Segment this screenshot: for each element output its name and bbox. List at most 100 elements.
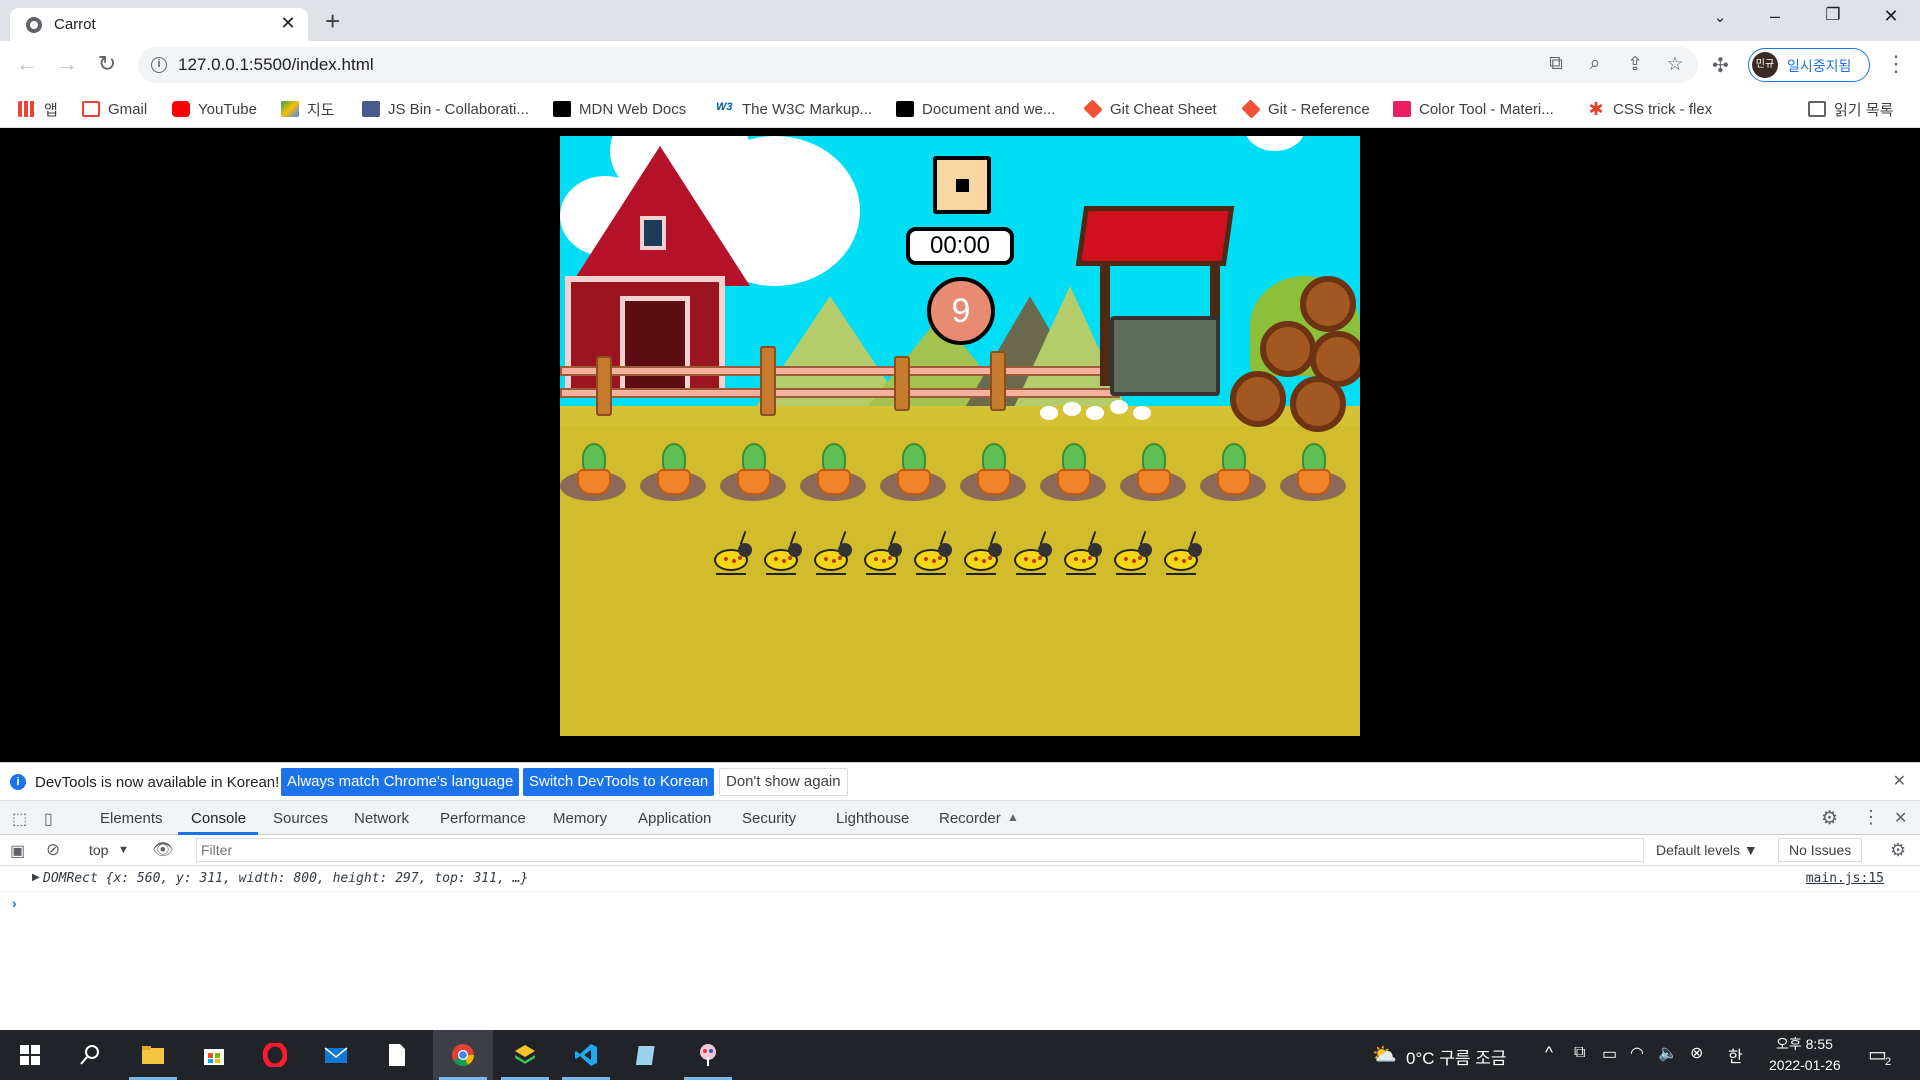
clock-date[interactable]: 2022-01-26	[1769, 1057, 1841, 1073]
tab-performance[interactable]: Performance	[440, 810, 526, 827]
more-menu-icon[interactable]: ⋮	[1885, 51, 1907, 77]
bug[interactable]	[1010, 531, 1056, 577]
always-match-language-button[interactable]: Always match Chrome's language	[281, 768, 520, 796]
console-prompt[interactable]: ›	[12, 895, 17, 911]
extensions-icon[interactable]: ✣	[1712, 53, 1729, 78]
tray-overflow-icon[interactable]: ^	[1545, 1043, 1553, 1063]
bookmark-git-cheat-sheet[interactable]: Git Cheat Sheet	[1083, 99, 1217, 119]
bug[interactable]	[960, 531, 1006, 577]
battery-icon[interactable]: ▭	[1602, 1044, 1617, 1064]
taskbar-vscode[interactable]	[556, 1030, 616, 1080]
volume-icon[interactable]: 🔈	[1658, 1043, 1678, 1063]
bug[interactable]	[810, 531, 856, 577]
new-tab-button[interactable]: +	[325, 6, 340, 37]
bookmark-jsbin[interactable]: JS Bin - Collaborati...	[362, 99, 529, 119]
carrot[interactable]	[720, 441, 786, 511]
context-dropdown-icon[interactable]: ▼	[118, 844, 129, 856]
bookmark-youtube[interactable]: YouTube	[172, 99, 257, 119]
carrot[interactable]	[1280, 441, 1346, 511]
bookmark-mdn[interactable]: MDN Web Docs	[553, 99, 686, 119]
carrot[interactable]	[880, 441, 946, 511]
translate-icon[interactable]: ⧉	[1543, 53, 1569, 75]
bug[interactable]	[860, 531, 906, 577]
browser-tab[interactable]: Carrot ✕	[10, 8, 308, 41]
bug[interactable]	[760, 531, 806, 577]
tab-network[interactable]: Network	[354, 810, 409, 827]
ime-indicator[interactable]: 한	[1728, 1043, 1743, 1067]
device-toolbar-icon[interactable]: ▯	[44, 809, 53, 829]
taskbar-notepad[interactable]	[367, 1030, 427, 1080]
console-filter-input[interactable]	[197, 839, 1643, 861]
restore-icon[interactable]: ❐	[1818, 5, 1848, 25]
stop-button[interactable]	[933, 156, 991, 214]
url-text[interactable]: 127.0.0.1:5500/index.html	[178, 55, 374, 75]
bookmark-apps[interactable]: 앱	[18, 99, 58, 119]
dont-show-again-button[interactable]: Don't show again	[719, 768, 848, 796]
back-icon[interactable]: ←	[12, 51, 42, 77]
weather-text[interactable]: 0°C 구름 조금	[1406, 1044, 1507, 1069]
no-network-icon[interactable]: ⊗	[1690, 1043, 1703, 1063]
clock-time[interactable]: 오후 8:55	[1776, 1034, 1833, 1054]
context-selector[interactable]: top	[89, 842, 108, 858]
bug[interactable]	[910, 531, 956, 577]
carrot[interactable]	[560, 441, 626, 511]
log-source-link[interactable]: main.js:15	[1806, 871, 1884, 886]
console-filter-input-wrap[interactable]	[196, 838, 1644, 862]
more-options-icon[interactable]: ⋮	[1862, 807, 1880, 828]
address-bar[interactable]: i 127.0.0.1:5500/index.html ⧉ ⌕ ⇪ ☆	[138, 47, 1698, 83]
taskbar-app-blue[interactable]	[617, 1030, 677, 1080]
tab-console[interactable]: Console	[191, 810, 246, 827]
site-info-icon[interactable]: i	[151, 57, 167, 73]
bookmark-maps[interactable]: 지도	[281, 99, 335, 119]
carrot[interactable]	[960, 441, 1026, 511]
taskbar-app-flower[interactable]	[678, 1030, 738, 1080]
taskbar-bluestacks[interactable]	[495, 1030, 555, 1080]
close-tab-icon[interactable]: ✕	[278, 13, 298, 34]
expand-arrow-icon[interactable]: ▶	[32, 872, 40, 883]
sidebar-toggle-icon[interactable]: ▣	[10, 841, 25, 861]
bookmark-css-tricks[interactable]: ✱ CSS trick - flex	[1587, 99, 1712, 119]
taskbar-store[interactable]	[184, 1030, 244, 1080]
reading-list[interactable]: 읽기 목록	[1808, 99, 1893, 119]
carrot[interactable]	[1040, 441, 1106, 511]
tab-recorder[interactable]: Recorder	[939, 810, 1001, 827]
tab-lighthouse[interactable]: Lighthouse	[836, 810, 909, 827]
bug[interactable]	[1060, 531, 1106, 577]
log-levels-dropdown[interactable]: Default levels ▼	[1656, 842, 1758, 858]
carrot[interactable]	[1200, 441, 1266, 511]
zoom-icon[interactable]: ⌕	[1582, 53, 1608, 75]
console-log-entry[interactable]: ▶ DOMRect {x: 560, y: 311, width: 800, h…	[0, 866, 1920, 892]
forward-icon[interactable]: →	[52, 51, 82, 77]
taskbar-chrome[interactable]	[433, 1030, 493, 1080]
bookmark-star-icon[interactable]: ☆	[1662, 53, 1688, 76]
tray-app-icon[interactable]: ⧉	[1574, 1044, 1585, 1062]
tab-memory[interactable]: Memory	[553, 810, 607, 827]
close-window-icon[interactable]: ✕	[1876, 6, 1906, 27]
bug[interactable]	[1160, 531, 1206, 577]
issues-button[interactable]: No Issues	[1778, 838, 1863, 862]
wifi-icon[interactable]: ◠	[1630, 1043, 1644, 1063]
start-button[interactable]	[0, 1030, 60, 1080]
settings-gear-icon[interactable]: ⚙	[1821, 807, 1838, 830]
close-devtools-icon[interactable]: ✕	[1894, 808, 1907, 828]
bookmark-w3c[interactable]: W3 The W3C Markup...	[716, 99, 872, 119]
live-expression-eye-icon[interactable]: 👁	[152, 840, 174, 860]
game-field[interactable]: 00:00 9	[560, 136, 1360, 736]
share-icon[interactable]: ⇪	[1622, 53, 1648, 76]
bookmark-git-reference[interactable]: Git - Reference	[1241, 99, 1370, 119]
taskbar-mail[interactable]	[306, 1030, 366, 1080]
reload-icon[interactable]: ↻	[92, 51, 122, 77]
bookmark-color-tool[interactable]: Color Tool - Materi...	[1393, 99, 1554, 119]
inspect-element-icon[interactable]: ⬚	[12, 809, 27, 829]
clear-console-icon[interactable]: ⊘	[46, 840, 60, 860]
bug[interactable]	[1110, 531, 1156, 577]
console-settings-icon[interactable]: ⚙	[1890, 840, 1906, 861]
bookmark-document[interactable]: Document and we...	[896, 99, 1055, 119]
tab-application[interactable]: Application	[638, 810, 711, 827]
carrot[interactable]	[640, 441, 706, 511]
close-infobar-icon[interactable]: ✕	[1893, 771, 1906, 791]
bookmark-gmail[interactable]: Gmail	[82, 99, 147, 119]
taskbar-file-explorer[interactable]	[123, 1030, 183, 1080]
tab-elements[interactable]: Elements	[100, 810, 163, 827]
carrot[interactable]	[800, 441, 866, 511]
